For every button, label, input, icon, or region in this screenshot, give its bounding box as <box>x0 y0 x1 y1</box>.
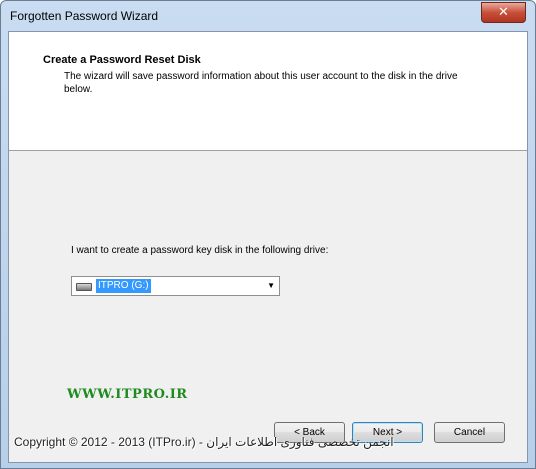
watermark-site: WWW.ITPRO.IR <box>67 387 188 402</box>
close-button[interactable]: ✕ <box>481 2 526 23</box>
close-icon: ✕ <box>498 4 509 19</box>
drive-select-value: ITPRO (G:) <box>96 279 151 293</box>
chevron-down-icon[interactable]: ▼ <box>267 281 275 290</box>
wizard-window: Forgotten Password Wizard ✕ Create a Pas… <box>0 0 536 469</box>
wizard-client-area: Create a Password Reset Disk The wizard … <box>8 31 528 463</box>
wizard-header: Create a Password Reset Disk The wizard … <box>9 32 527 151</box>
drive-select[interactable]: ITPRO (G:) ▼ <box>71 276 280 296</box>
watermark-footer: Copyright © 2012 - 2013 (ITPro.ir) - انج… <box>14 435 394 449</box>
title-bar[interactable]: Forgotten Password Wizard ✕ <box>1 1 535 31</box>
page-description: The wizard will save password informatio… <box>64 71 458 95</box>
drive-icon <box>76 283 92 291</box>
drive-prompt-label: I want to create a password key disk in … <box>71 245 329 256</box>
page-title: Create a Password Reset Disk <box>43 54 201 66</box>
window-title: Forgotten Password Wizard <box>10 9 159 23</box>
